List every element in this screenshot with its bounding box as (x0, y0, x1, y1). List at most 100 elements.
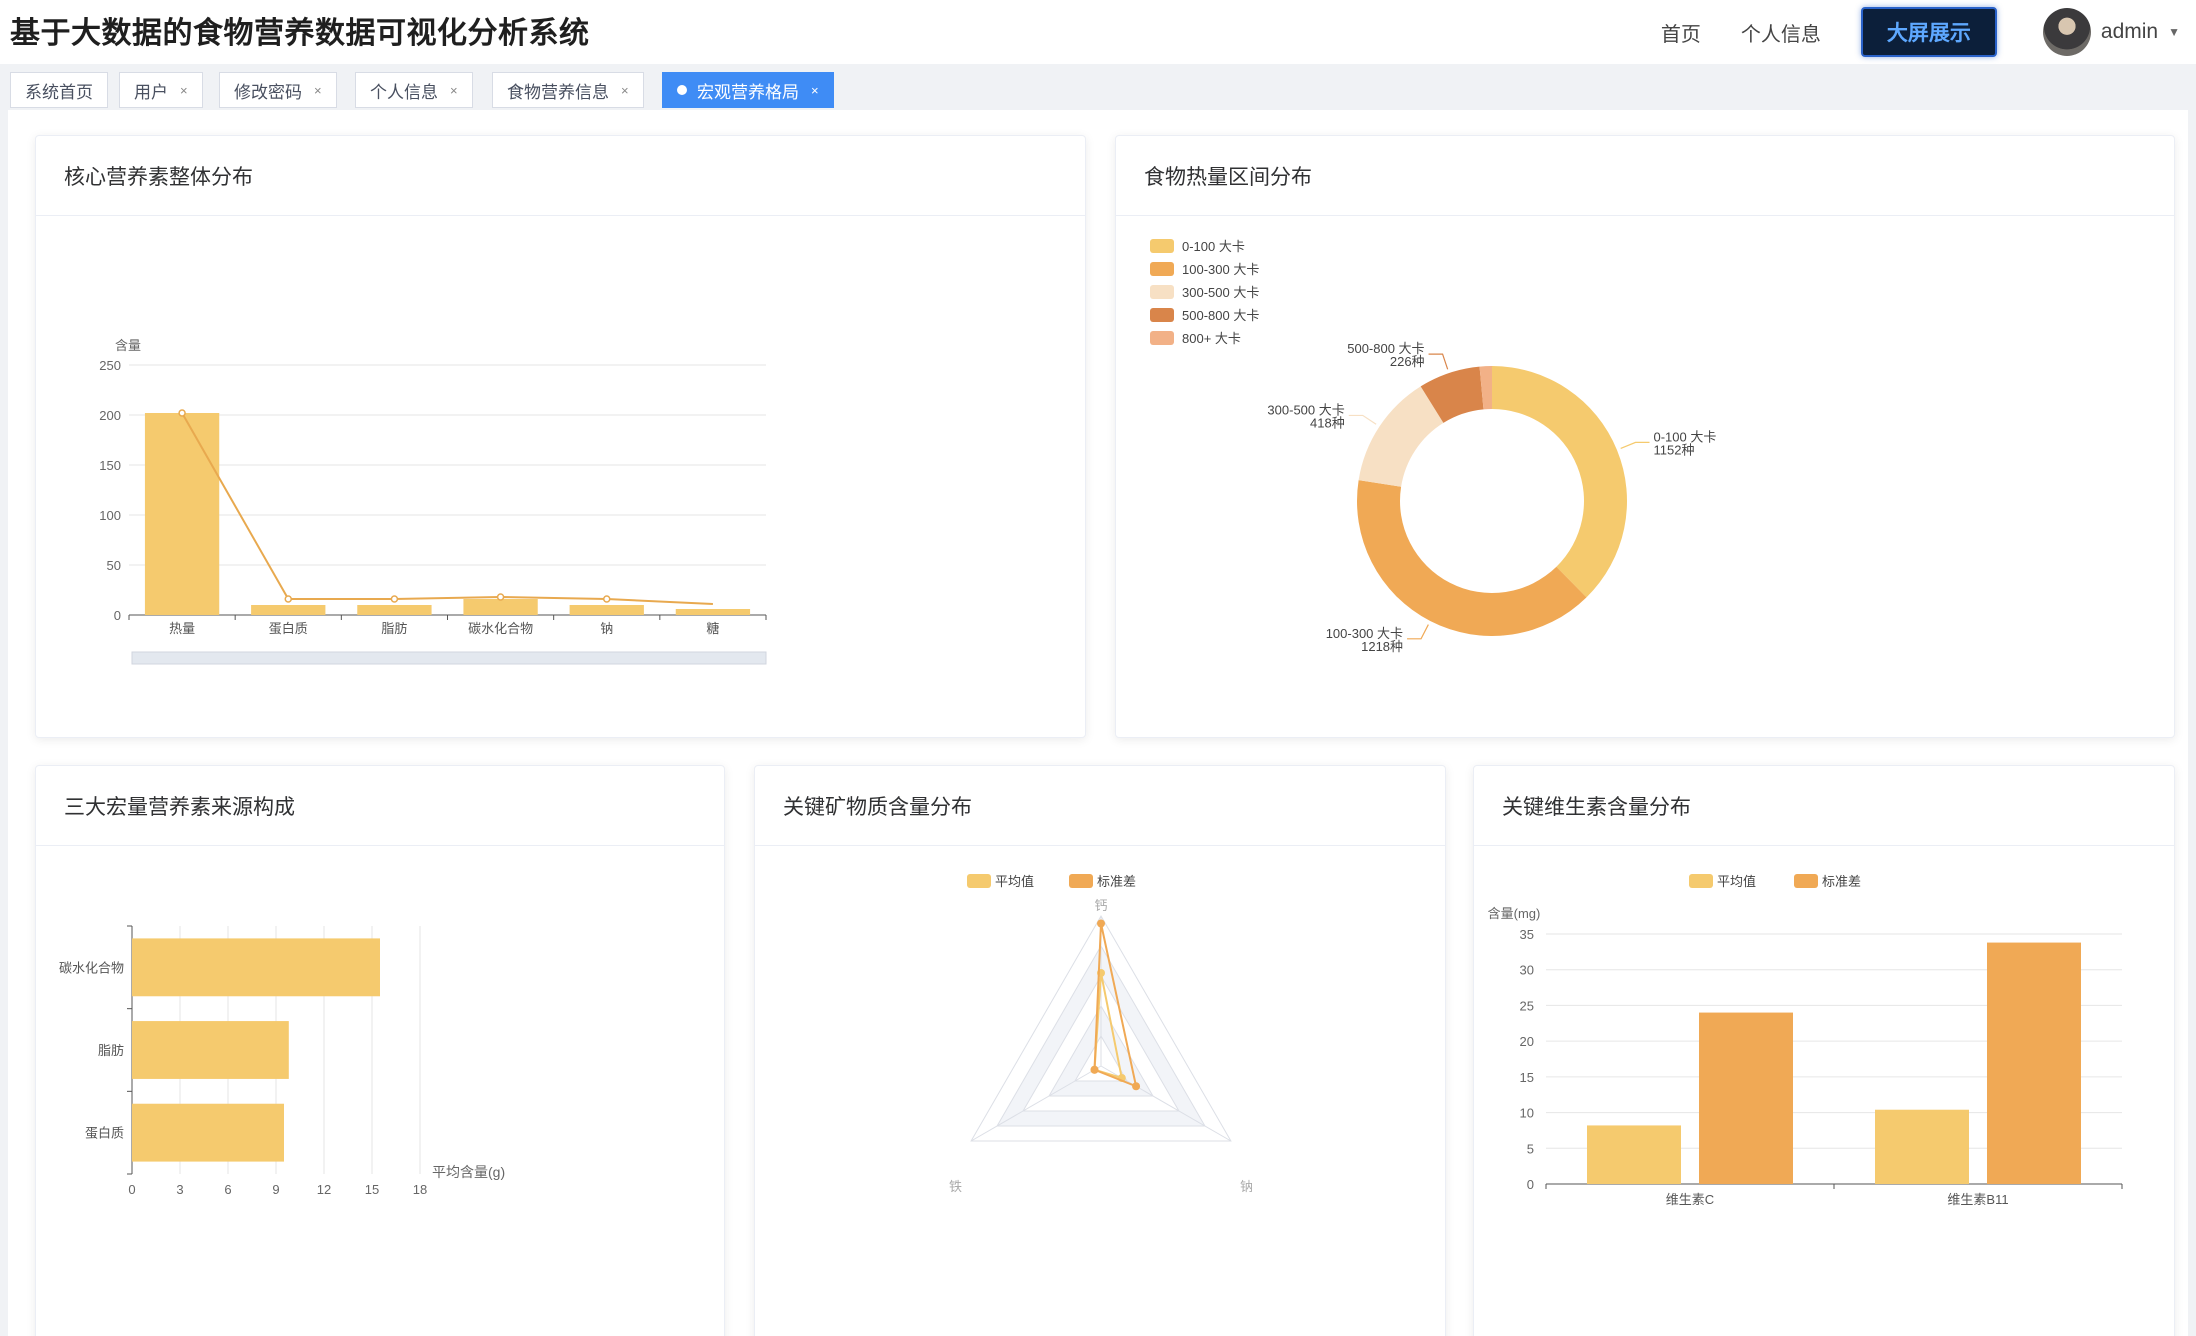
card-calorie-distribution: 食物热量区间分布 0-100 大卡 100-300 大卡 300-500 大卡 500… (1115, 135, 2175, 738)
slice-label-count: 1218种 (1361, 639, 1403, 654)
line-point (496, 593, 505, 601)
bar (569, 605, 644, 615)
legend-swatch (1150, 262, 1174, 276)
legend-swatch (1150, 308, 1174, 322)
card-mineral-distribution: 关键矿物质含量分布 平均值 标准差钙钠 铁 (754, 765, 1446, 1336)
card-title: 食物热量区间分布 (1116, 136, 2174, 216)
label-leader (1620, 441, 1650, 450)
close-icon[interactable]: × (314, 83, 322, 98)
tab-label: 宏观营养格局 (697, 82, 799, 102)
bar (1699, 1012, 1793, 1184)
y-tick-label: 碳水化合物 (59, 960, 124, 975)
legend-swatch (1150, 285, 1174, 299)
tab-system-home[interactable]: 系统首页 (10, 72, 108, 108)
x-tick-label: 3 (176, 1182, 183, 1197)
radar-indicator-label: 钠 (1240, 1179, 1253, 1194)
y-tick-label: 50 (107, 558, 121, 573)
card-title: 三大宏量营养素来源构成 (36, 766, 724, 846)
card-macro-sources: 三大宏量营养素来源构成 0 3 6 9 12 15 18 碳水化合物 脂肪 蛋白质 平均含量(g) (35, 765, 725, 1336)
bar (463, 599, 538, 615)
tab-label: 系统首页 (25, 82, 93, 102)
tab-macro-nutrition[interactable]: 宏观营养格局 × (662, 72, 834, 108)
core-nutrients-chart: 含量 0 50 100 150 200 250 热量 蛋白质 脂肪 碳水化合物 钠 糖 (99, 338, 767, 665)
donut-slice (1357, 480, 1587, 636)
legend-label: 800+ 大卡 (1182, 331, 1241, 346)
legend-label: 500-800 大卡 (1182, 308, 1259, 323)
bar (132, 938, 380, 997)
close-icon[interactable]: × (450, 83, 458, 98)
calorie-donut-chart: 0-100 大卡 100-300 大卡 300-500 大卡 500-800 大卡 80… (1150, 239, 1716, 654)
legend-label: 300-500 大卡 (1182, 285, 1259, 300)
y-tick-label: 25 (1520, 998, 1534, 1013)
tab-label: 个人信息 (370, 82, 438, 102)
x-tick-label: 钠 (600, 621, 613, 636)
line-point (390, 595, 399, 603)
line-point (284, 595, 292, 603)
legend-label: 平均值 (995, 874, 1034, 889)
card-core-nutrients: 核心营养素整体分布 含量 0 50 100 150 200 250 热量 蛋白质 脂肪 碳水化合物 钠… (35, 135, 1086, 738)
nav-profile-link[interactable]: 个人信息 (1741, 18, 1821, 47)
y-tick-label: 35 (1520, 927, 1534, 942)
y-tick-label: 0 (1527, 1177, 1534, 1192)
macro-bar-chart: 0 3 6 9 12 15 18 碳水化合物脂肪蛋白质平均含量(g) (59, 925, 505, 1197)
legend-swatch (967, 874, 991, 888)
legend-swatch (1794, 874, 1818, 888)
bar (251, 605, 326, 615)
line-point (603, 595, 611, 603)
x-tick-label: 18 (413, 1182, 427, 1197)
legend-swatch (1689, 874, 1713, 888)
tab-profile[interactable]: 个人信息 × (355, 72, 473, 108)
card-title: 关键维生素含量分布 (1474, 766, 2174, 846)
app-header: 基于大数据的食物营养数据可视化分析系统 首页 个人信息 大屏展示 admin ▼ (0, 0, 2196, 64)
close-icon[interactable]: × (180, 83, 188, 98)
app-title: 基于大数据的食物营养数据可视化分析系统 (10, 17, 590, 50)
bar (144, 413, 220, 615)
bar (1875, 1109, 1969, 1184)
tab-users[interactable]: 用户 × (119, 72, 203, 108)
x-tick-label: 9 (272, 1182, 279, 1197)
card-title: 核心营养素整体分布 (36, 136, 1085, 216)
x-axis-label: 平均含量(g) (432, 1164, 505, 1180)
close-icon[interactable]: × (811, 83, 819, 98)
bar (1987, 942, 2081, 1184)
line-point (178, 409, 186, 417)
slice-label-count: 418种 (1310, 415, 1345, 430)
y-tick-label: 250 (99, 358, 121, 373)
bar (132, 1021, 289, 1079)
legend-label: 标准差 (1822, 874, 1861, 889)
y-tick-label: 脂肪 (98, 1043, 124, 1058)
x-tick-label: 6 (224, 1182, 231, 1197)
donut-slice (1492, 366, 1627, 598)
tab-food-nutrition[interactable]: 食物营养信息 × (492, 72, 644, 108)
big-screen-button[interactable]: 大屏展示 (1860, 7, 1997, 57)
y-tick-label: 150 (99, 458, 121, 473)
radar-indicator-label: 铁 (949, 1179, 962, 1194)
avatar[interactable] (2042, 8, 2091, 56)
datazoom-scrollbar[interactable] (131, 651, 767, 665)
tab-change-password[interactable]: 修改密码 × (219, 72, 337, 108)
series-line (181, 412, 713, 605)
x-tick-label: 碳水化合物 (468, 621, 533, 636)
tab-bar: 系统首页 用户 × 修改密码 × 个人信息 × 食物营养信息 × 宏观营养格局 … (0, 64, 2196, 108)
user-name[interactable]: admin (2101, 20, 2158, 44)
x-tick-label: 15 (365, 1182, 379, 1197)
legend-label: 平均值 (1717, 874, 1756, 889)
x-tick-label: 0 (128, 1182, 135, 1197)
legend-swatch (1150, 239, 1174, 253)
label-leader (1407, 624, 1429, 640)
x-tick-label: 热量 (169, 621, 195, 636)
y-axis-label: 含量(mg) (1488, 906, 1541, 921)
bar (1587, 1125, 1681, 1184)
bar (132, 1103, 284, 1162)
x-tick-label: 12 (317, 1182, 331, 1197)
x-tick-label: 糖 (706, 621, 719, 636)
main-content: 核心营养素整体分布 含量 0 50 100 150 200 250 热量 蛋白质 脂肪 碳水化合物钠… (8, 110, 2188, 1336)
bar (357, 605, 432, 615)
active-dot-icon (677, 85, 687, 95)
caret-down-icon[interactable]: ▼ (2168, 25, 2180, 39)
nav-home-link[interactable]: 首页 (1661, 18, 1701, 47)
close-icon[interactable]: × (621, 83, 629, 98)
y-tick-label: 0 (114, 608, 121, 623)
top-nav: 首页 个人信息 大屏展示 admin ▼ (1661, 0, 2196, 64)
y-tick-label: 200 (99, 408, 121, 423)
